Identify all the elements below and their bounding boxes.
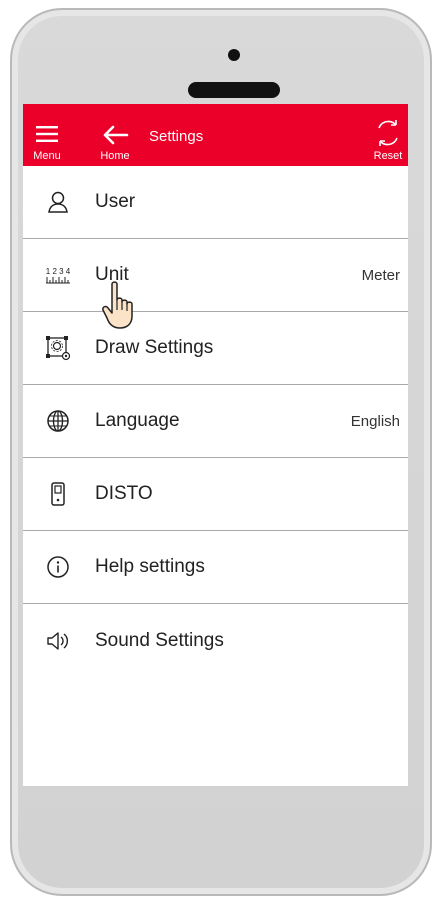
settings-item-sound-settings[interactable]: Sound Settings — [23, 604, 408, 677]
app-screen: Menu Home Settings Reset User 1 2 3 4 Un… — [23, 104, 408, 786]
reset-button[interactable]: Reset — [369, 104, 407, 166]
settings-item-unit[interactable]: 1 2 3 4 Unit Meter — [23, 239, 408, 312]
settings-item-value: English — [350, 412, 400, 430]
ruler-numbers: 1 2 3 4 — [45, 266, 71, 276]
earpiece-speaker — [188, 82, 280, 98]
settings-item-label: User — [95, 191, 136, 212]
back-arrow-icon — [103, 125, 129, 145]
tap-hand-icon — [102, 281, 133, 329]
disto-device-icon — [45, 481, 71, 507]
home-button-label: Home — [100, 150, 130, 162]
top-app-bar: Menu Home Settings Reset — [23, 104, 408, 166]
menu-button[interactable]: Menu — [31, 104, 63, 166]
page-title: Settings — [149, 128, 204, 145]
home-button[interactable]: Home — [93, 104, 137, 166]
draw-settings-icon — [45, 335, 71, 361]
settings-list: User 1 2 3 4 Unit Meter Draw Settings La… — [23, 166, 408, 677]
user-icon — [45, 189, 71, 215]
ruler-icon: 1 2 3 4 — [45, 262, 71, 288]
menu-button-label: Menu — [33, 150, 61, 162]
speaker-icon — [45, 628, 71, 654]
settings-item-help-settings[interactable]: Help settings — [23, 531, 408, 604]
settings-item-label: DISTO — [95, 483, 153, 504]
reset-button-label: Reset — [373, 150, 403, 162]
settings-item-draw-settings[interactable]: Draw Settings — [23, 312, 408, 385]
settings-item-label: Sound Settings — [95, 629, 224, 651]
info-icon — [45, 554, 71, 580]
refresh-icon — [378, 120, 398, 146]
settings-item-disto[interactable]: DISTO — [23, 458, 408, 531]
settings-item-label: Draw Settings — [95, 337, 214, 358]
hamburger-icon — [36, 126, 58, 142]
globe-icon — [45, 408, 71, 434]
settings-item-label: Help settings — [95, 556, 205, 577]
front-camera — [228, 49, 240, 61]
settings-item-language[interactable]: Language English — [23, 385, 408, 458]
settings-item-user[interactable]: User — [23, 166, 408, 239]
settings-item-value: Meter — [361, 266, 400, 284]
settings-item-label: Language — [95, 410, 180, 431]
